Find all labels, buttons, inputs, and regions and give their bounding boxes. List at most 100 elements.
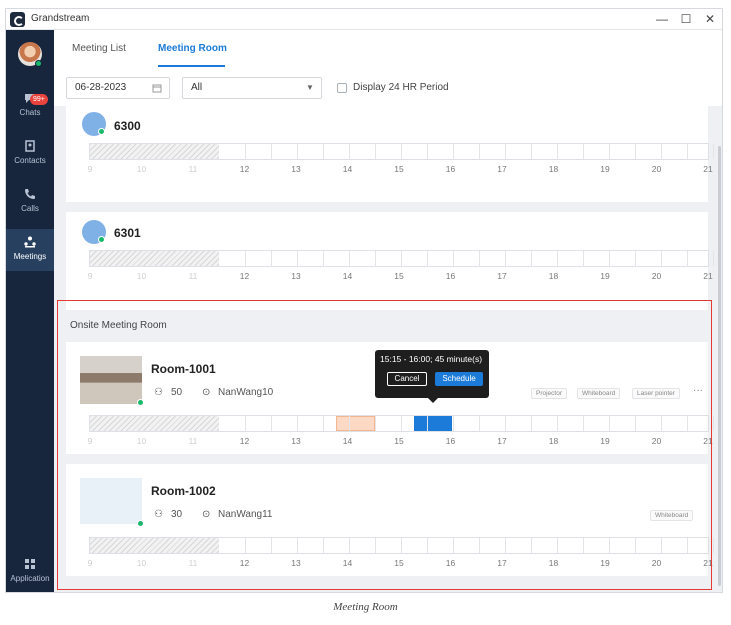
- time-slot-cell[interactable]: [246, 251, 272, 266]
- sidebar-item-application[interactable]: Application: [6, 551, 54, 592]
- time-slot-cell[interactable]: [610, 251, 636, 266]
- time-slot-cell[interactable]: [298, 251, 324, 266]
- time-slot-cell[interactable]: [454, 416, 480, 431]
- more-icon[interactable]: ···: [693, 385, 703, 396]
- time-slot-cell[interactable]: [480, 416, 506, 431]
- room-card-6300[interactable]: 6300 9 10 11 12 13 14 15 16 17 18 19 20 21: [66, 106, 714, 202]
- cancel-button[interactable]: Cancel: [387, 372, 427, 386]
- sidebar-item-chats[interactable]: Chats: [6, 85, 54, 127]
- time-slot-cell[interactable]: [428, 144, 454, 159]
- time-slot-cell[interactable]: [324, 538, 350, 553]
- time-slot-cell[interactable]: [298, 144, 324, 159]
- time-slot-cell[interactable]: [532, 416, 558, 431]
- time-slot-cell[interactable]: [350, 251, 376, 266]
- time-slot-cell[interactable]: [220, 538, 246, 553]
- time-slot-cell[interactable]: [636, 416, 662, 431]
- time-slot-cell[interactable]: [402, 538, 428, 553]
- time-slot-cell[interactable]: [558, 251, 584, 266]
- time-slot-cell[interactable]: [688, 416, 714, 431]
- time-slot-cell[interactable]: [428, 251, 454, 266]
- room-type-select[interactable]: All ▼: [182, 77, 322, 99]
- time-slot-cell[interactable]: [532, 538, 558, 553]
- room-card-6301[interactable]: 6301 9 10 11 12 13 14 15 16 17 18 19 20 21: [66, 212, 714, 310]
- room-timeline[interactable]: [89, 415, 714, 432]
- time-slot-cell[interactable]: [376, 144, 402, 159]
- time-slot-cell[interactable]: [324, 416, 350, 431]
- time-slot-cell[interactable]: [272, 416, 298, 431]
- time-slot-cell[interactable]: [506, 538, 532, 553]
- time-slot-cell[interactable]: [246, 416, 272, 431]
- time-slot-cell[interactable]: [584, 416, 610, 431]
- time-slot-cell[interactable]: [558, 538, 584, 553]
- time-slot-cell[interactable]: [246, 144, 272, 159]
- time-slot-cell[interactable]: [324, 251, 350, 266]
- time-slot-cell[interactable]: [350, 538, 376, 553]
- time-slot-cell[interactable]: [610, 144, 636, 159]
- time-slot-cell[interactable]: [480, 538, 506, 553]
- maximize-button[interactable]: ☐: [677, 11, 695, 27]
- room-timeline[interactable]: [89, 143, 714, 160]
- sidebar-item-calls[interactable]: Calls: [6, 181, 54, 223]
- time-slot-cell[interactable]: [506, 144, 532, 159]
- time-slot-cell[interactable]: [402, 144, 428, 159]
- time-slot-cell[interactable]: [506, 416, 532, 431]
- time-slot-cell[interactable]: [688, 144, 714, 159]
- time-slot-cell[interactable]: [350, 144, 376, 159]
- time-slot-cell[interactable]: [636, 144, 662, 159]
- time-slot-cell[interactable]: [220, 144, 246, 159]
- room-card-room-1002[interactable]: Room-1002 ⚇ 30 ⊙ NanWang11 Whiteboard 9 1…: [66, 464, 714, 576]
- time-slot-cell[interactable]: [610, 538, 636, 553]
- time-slot-cell[interactable]: [350, 416, 376, 431]
- sidebar-item-meetings[interactable]: Meetings: [6, 229, 54, 271]
- time-slot-cell[interactable]: [662, 416, 688, 431]
- time-slot-cell[interactable]: [428, 416, 454, 431]
- time-slot-cell[interactable]: [454, 538, 480, 553]
- minimize-button[interactable]: —: [653, 11, 671, 27]
- schedule-button[interactable]: Schedule: [435, 372, 483, 386]
- time-slot-cell[interactable]: [272, 144, 298, 159]
- tab-meeting-list[interactable]: Meeting List: [72, 43, 126, 54]
- time-slot-cell[interactable]: [298, 538, 324, 553]
- time-slot-cell[interactable]: [428, 538, 454, 553]
- time-slot-cell[interactable]: [662, 251, 688, 266]
- time-slot-cell[interactable]: [402, 251, 428, 266]
- display-24hr-checkbox[interactable]: [337, 83, 347, 93]
- time-slot-cell[interactable]: [662, 538, 688, 553]
- time-slot-cell[interactable]: [272, 251, 298, 266]
- date-picker[interactable]: 06-28-2023: [66, 77, 170, 99]
- time-slot-cell[interactable]: [246, 538, 272, 553]
- time-slot-cell[interactable]: [688, 538, 714, 553]
- time-slot-cell[interactable]: [506, 251, 532, 266]
- close-button[interactable]: ✕: [701, 11, 719, 27]
- time-slot-cell[interactable]: [584, 144, 610, 159]
- time-slot-cell[interactable]: [558, 416, 584, 431]
- time-slot-cell[interactable]: [688, 251, 714, 266]
- time-slot-cell[interactable]: [402, 416, 428, 431]
- sidebar-item-contacts[interactable]: Contacts: [6, 133, 54, 175]
- time-slot-cell[interactable]: [584, 538, 610, 553]
- room-timeline[interactable]: [89, 250, 714, 267]
- time-slot-cell[interactable]: [636, 538, 662, 553]
- time-slot-cell[interactable]: [272, 538, 298, 553]
- time-slot-cell[interactable]: [220, 251, 246, 266]
- time-slot-cell[interactable]: [376, 251, 402, 266]
- time-slot-cell[interactable]: [376, 416, 402, 431]
- time-slot-cell[interactable]: [610, 416, 636, 431]
- time-slot-cell[interactable]: [532, 251, 558, 266]
- time-slot-cell[interactable]: [662, 144, 688, 159]
- time-slot-cell[interactable]: [532, 144, 558, 159]
- tab-meeting-room[interactable]: Meeting Room: [158, 43, 227, 54]
- room-timeline[interactable]: [89, 537, 714, 554]
- time-slot-cell[interactable]: [636, 251, 662, 266]
- time-slot-cell[interactable]: [454, 251, 480, 266]
- time-slot-cell[interactable]: [558, 144, 584, 159]
- time-slot-cell[interactable]: [480, 144, 506, 159]
- time-slot-cell[interactable]: [454, 144, 480, 159]
- time-slot-cell[interactable]: [584, 251, 610, 266]
- time-slot-cell[interactable]: [324, 144, 350, 159]
- time-slot-cell[interactable]: [298, 416, 324, 431]
- time-slot-cell[interactable]: [220, 416, 246, 431]
- scrollbar[interactable]: [718, 146, 721, 586]
- time-slot-cell[interactable]: [480, 251, 506, 266]
- time-slot-cell[interactable]: [376, 538, 402, 553]
